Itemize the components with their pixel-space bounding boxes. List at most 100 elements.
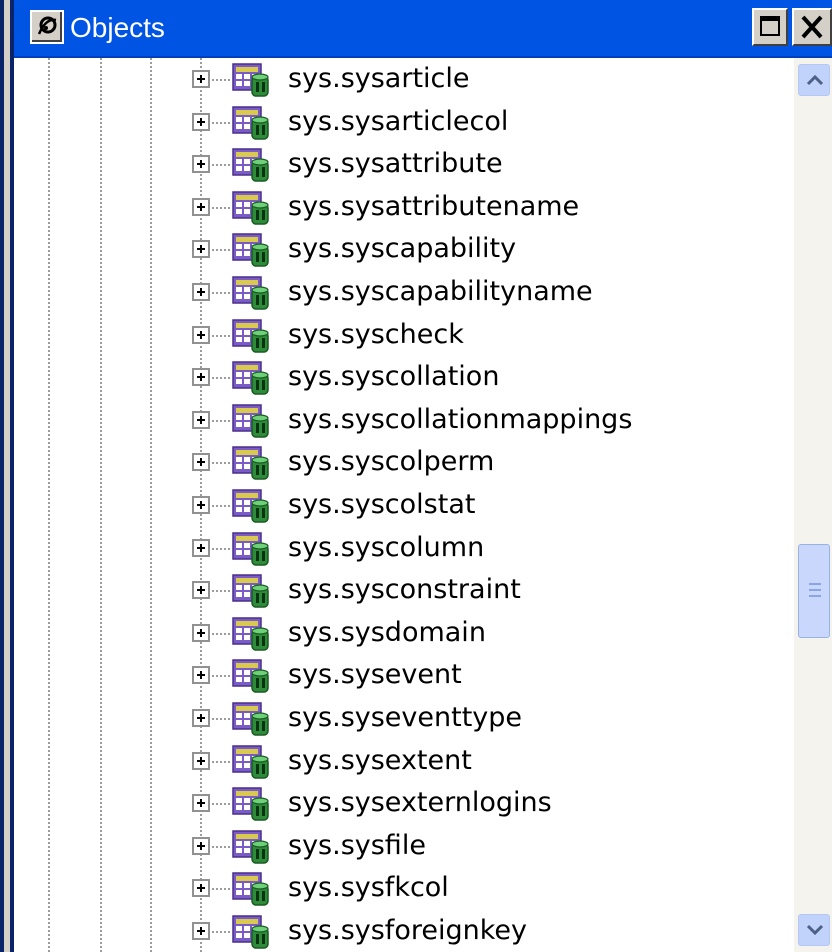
tree-item[interactable]: sys.sysattribute bbox=[14, 143, 794, 185]
tree-item[interactable]: sys.sysevent bbox=[14, 654, 794, 696]
tree-connector bbox=[212, 931, 230, 933]
tree-connector bbox=[212, 888, 230, 891]
system-table-icon bbox=[232, 446, 269, 481]
system-table-icon bbox=[232, 404, 269, 438]
system-table-icon bbox=[232, 830, 269, 864]
tree-connector bbox=[212, 718, 230, 720]
plus-expander-icon[interactable] bbox=[192, 70, 210, 88]
plus-expander-icon[interactable] bbox=[192, 453, 210, 472]
system-table-icon bbox=[232, 489, 269, 523]
tree-item-label: sys.syscapability bbox=[288, 233, 517, 265]
scroll-thumb[interactable] bbox=[798, 544, 830, 638]
close-icon bbox=[801, 15, 823, 39]
system-table-icon bbox=[232, 191, 269, 225]
tree-item[interactable]: sys.syscolstat bbox=[14, 484, 794, 526]
tree-item[interactable]: sys.syscheck bbox=[14, 314, 794, 356]
maximize-icon bbox=[760, 16, 780, 36]
plus-expander-icon[interactable] bbox=[192, 581, 210, 600]
tree-connector bbox=[212, 249, 230, 252]
tree-connector bbox=[212, 803, 230, 806]
chevron-down-icon bbox=[806, 924, 824, 936]
tree-connector bbox=[212, 760, 230, 763]
plus-expander-icon[interactable] bbox=[192, 709, 210, 727]
system-table-icon bbox=[232, 148, 269, 182]
object-tree[interactable]: sys.sysarticle sys.sysarticlecol sys.sysat… bbox=[14, 58, 794, 952]
vertical-scrollbar[interactable] bbox=[794, 58, 832, 952]
plus-expander-icon[interactable] bbox=[192, 240, 210, 259]
system-table-icon bbox=[232, 531, 269, 566]
tree-item-label: sys.sysattributename bbox=[288, 190, 580, 222]
tree-item[interactable]: sys.syscapabilityname bbox=[14, 271, 794, 313]
tree-item-label: sys.syscheck bbox=[288, 318, 464, 350]
system-table-icon bbox=[232, 617, 269, 651]
plus-expander-icon[interactable] bbox=[192, 794, 210, 813]
maximize-button[interactable] bbox=[752, 8, 788, 46]
objects-window-icon[interactable] bbox=[30, 10, 64, 44]
tree-item[interactable]: sys.sysfkcol bbox=[14, 867, 794, 909]
system-table-icon bbox=[232, 659, 269, 694]
system-table-icon bbox=[232, 361, 269, 395]
tree-item-label: sys.syscolstat bbox=[288, 489, 476, 520]
tree-connector bbox=[212, 590, 230, 593]
scroll-up-button[interactable] bbox=[798, 64, 830, 96]
system-table-icon bbox=[232, 744, 269, 779]
plus-expander-icon[interactable] bbox=[192, 368, 210, 387]
plus-expander-icon[interactable] bbox=[192, 410, 210, 429]
title-bar[interactable]: Objects bbox=[14, 0, 832, 58]
plus-expander-icon[interactable] bbox=[192, 623, 210, 642]
tree-item[interactable]: sys.syscollationmappings bbox=[14, 399, 794, 441]
tree-item-label: sys.sysextent bbox=[288, 744, 472, 776]
tree-item[interactable]: sys.syscapability bbox=[14, 228, 794, 270]
system-table-icon bbox=[232, 276, 269, 310]
plus-expander-icon[interactable] bbox=[192, 197, 210, 216]
plus-expander-icon[interactable] bbox=[192, 283, 210, 301]
system-table-icon bbox=[232, 105, 269, 140]
scroll-down-button[interactable] bbox=[798, 914, 830, 946]
tree-item-label: sys.sysarticle bbox=[288, 63, 470, 94]
tree-item[interactable]: sys.sysfile bbox=[14, 825, 794, 867]
tree-item-label: sys.syscollationmappings bbox=[288, 403, 633, 435]
tree-item[interactable]: sys.sysarticlecol bbox=[14, 101, 794, 143]
plus-expander-icon[interactable] bbox=[192, 879, 210, 898]
tree-connector bbox=[212, 164, 230, 167]
window-title: Objects bbox=[70, 12, 165, 43]
plus-expander-icon[interactable] bbox=[192, 666, 210, 685]
tree-connector bbox=[212, 377, 230, 380]
tree-item-label: sys.syseventtype bbox=[288, 702, 523, 733]
objects-window: Objects sys.sysarticle sys.sysarticlecol s… bbox=[0, 0, 832, 952]
plus-expander-icon[interactable] bbox=[192, 325, 210, 344]
tree-item[interactable]: sys.syscolperm bbox=[14, 441, 794, 483]
tree-item[interactable]: sys.sysexternlogins bbox=[14, 782, 794, 824]
plus-expander-icon[interactable] bbox=[192, 836, 210, 855]
tree-connector bbox=[212, 292, 230, 294]
plus-expander-icon[interactable] bbox=[192, 112, 210, 131]
plus-expander-icon[interactable] bbox=[192, 751, 210, 770]
plus-expander-icon[interactable] bbox=[192, 496, 210, 514]
tree-item[interactable]: sys.syseventtype bbox=[14, 697, 794, 739]
plus-expander-icon[interactable] bbox=[192, 538, 210, 557]
system-table-icon bbox=[232, 787, 269, 821]
tree-connector bbox=[212, 206, 230, 209]
thumb-grip bbox=[809, 595, 821, 597]
system-table-icon bbox=[232, 318, 269, 353]
tree-item[interactable]: sys.sysforeignkey bbox=[14, 910, 794, 952]
tree-item[interactable]: sys.sysarticle bbox=[14, 58, 794, 100]
close-button[interactable] bbox=[792, 8, 832, 46]
system-table-icon bbox=[232, 872, 269, 907]
chevron-up-icon bbox=[806, 74, 824, 86]
plus-expander-icon[interactable] bbox=[192, 922, 210, 940]
tree-item[interactable]: sys.sysextent bbox=[14, 740, 794, 782]
tree-item-label: sys.sysfile bbox=[288, 829, 426, 861]
tree-item-label: sys.syscolumn bbox=[288, 531, 485, 563]
tree-item[interactable]: sys.sysconstraint bbox=[14, 569, 794, 611]
tree-connector bbox=[212, 462, 230, 465]
tree-item-label: sys.sysattribute bbox=[288, 148, 503, 180]
thumb-grip bbox=[809, 583, 821, 585]
tree-item[interactable]: sys.syscollation bbox=[14, 356, 794, 398]
tree-item[interactable]: sys.syscolumn bbox=[14, 527, 794, 569]
tree-item[interactable]: sys.sysdomain bbox=[14, 612, 794, 654]
tree-connector bbox=[212, 632, 230, 635]
system-table-icon bbox=[232, 63, 269, 97]
plus-expander-icon[interactable] bbox=[192, 155, 210, 174]
tree-item[interactable]: sys.sysattributename bbox=[14, 186, 794, 228]
